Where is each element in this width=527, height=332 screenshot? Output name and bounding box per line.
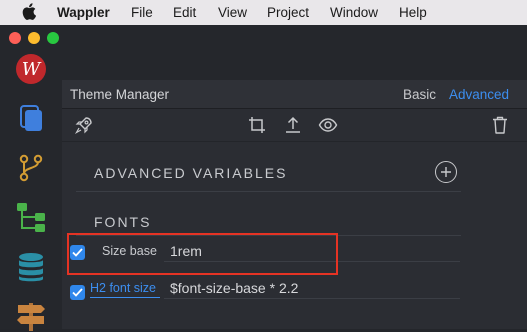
h2-font-size-label[interactable]: H2 font size [90,281,156,295]
label-underline [90,297,160,298]
menu-window[interactable]: Window [330,5,378,20]
size-base-checkbox[interactable] [70,245,85,260]
wappler-logo-icon[interactable]: W [14,52,48,86]
panel-toolbar [62,109,527,142]
field-underline [164,298,460,299]
menu-bar: Wappler File Edit View Project Window He… [0,0,527,25]
rocket-icon[interactable] [74,115,94,135]
plus-icon [441,167,451,177]
window-minimize-button[interactable] [28,32,40,44]
add-variable-button[interactable] [435,161,457,183]
checkmark-icon [72,248,83,257]
section-divider [76,191,461,192]
size-base-value[interactable]: 1rem [170,243,202,259]
database-icon[interactable] [14,250,48,284]
menu-help[interactable]: Help [399,5,427,20]
workflow-icon[interactable] [14,200,48,234]
section-advanced-variables: ADVANCED VARIABLES [94,165,288,181]
git-branch-icon[interactable] [14,151,48,185]
size-base-label: Size base [102,244,157,258]
h2-font-size-value[interactable]: $font-size-base * 2.2 [170,280,298,296]
field-underline [164,261,460,262]
section-divider [76,235,461,236]
menu-file[interactable]: File [131,5,153,20]
panel-header: Theme Manager Basic Advanced [62,80,527,109]
apple-icon[interactable] [22,3,36,20]
menu-app-name[interactable]: Wappler [57,5,110,20]
svg-text:W: W [22,59,42,80]
pages-icon[interactable] [14,101,48,135]
panel-title: Theme Manager [70,87,170,102]
checkmark-icon [72,288,83,297]
mode-basic-tab[interactable]: Basic [403,87,436,102]
window-maximize-button[interactable] [47,32,59,44]
menu-edit[interactable]: Edit [173,5,196,20]
h2-font-size-checkbox[interactable] [70,285,85,300]
upload-icon[interactable] [283,115,303,135]
trash-icon[interactable] [490,115,510,135]
eye-icon[interactable] [318,115,338,135]
mode-advanced-tab[interactable]: Advanced [449,87,509,102]
signpost-icon[interactable] [14,298,48,332]
menu-view[interactable]: View [218,5,247,20]
section-fonts: FONTS [94,214,152,230]
menu-project[interactable]: Project [267,5,309,20]
crop-icon[interactable] [247,115,267,135]
window-close-button[interactable] [9,32,21,44]
